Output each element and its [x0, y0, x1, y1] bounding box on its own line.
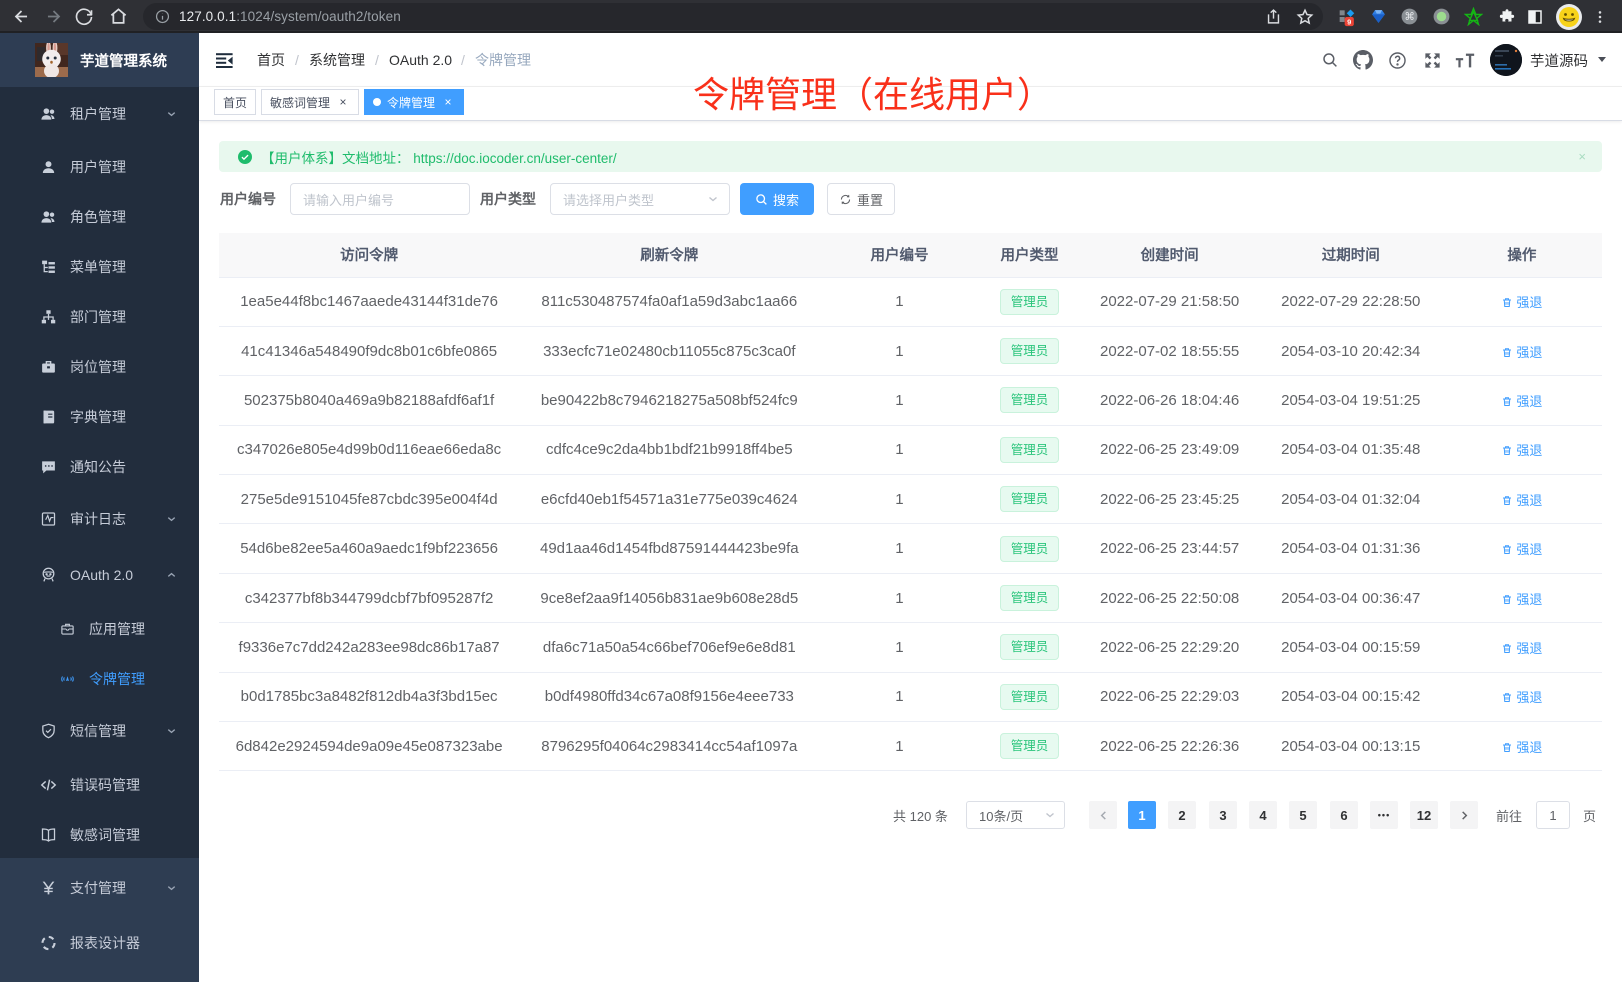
svg-text:9: 9: [1347, 17, 1351, 26]
svg-text:⌘: ⌘: [1404, 12, 1414, 23]
